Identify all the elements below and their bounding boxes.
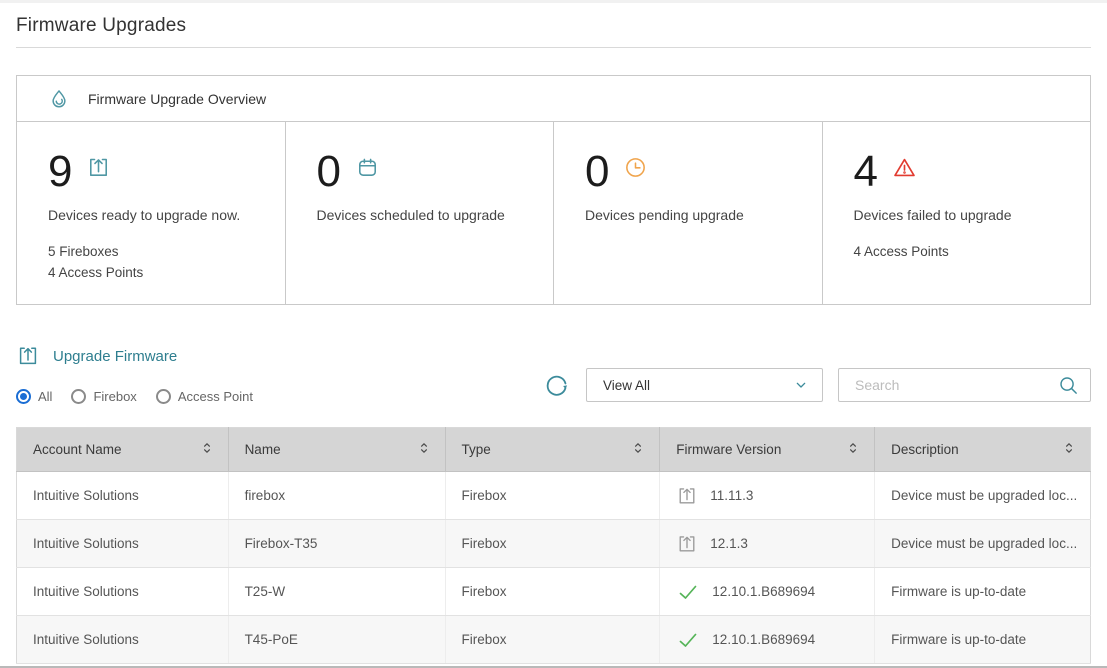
stat-scheduled: 0 Devices scheduled to upgrade (286, 122, 555, 304)
search-icon[interactable] (1057, 374, 1080, 397)
search-box (838, 368, 1091, 402)
stat-scheduled-label: Devices scheduled to upgrade (317, 207, 530, 223)
upload-icon (86, 150, 111, 185)
radio-firebox[interactable]: Firebox (71, 389, 136, 404)
check-icon (676, 628, 700, 652)
overview-card-title: Firmware Upgrade Overview (88, 91, 266, 107)
radio-firebox-circle[interactable] (71, 389, 86, 404)
stat-ready-to-upgrade: 9 Devices ready to upgrade now. 5 Firebo… (17, 122, 286, 304)
radio-all-circle[interactable] (16, 389, 31, 404)
view-filter-dropdown[interactable]: View All (586, 368, 823, 402)
stat-failed-details: 4 Access Points (854, 242, 1067, 263)
stat-pending-value: 0 (585, 150, 609, 194)
stat-ready-value: 9 (48, 150, 72, 194)
stat-failed-label: Devices failed to upgrade (854, 207, 1067, 223)
sort-icon[interactable] (1060, 439, 1078, 460)
stat-failed-value: 4 (854, 150, 878, 194)
toolbar-left: Upgrade Firmware All Firebox Access Poin… (16, 344, 253, 404)
upload-icon (676, 533, 698, 555)
stat-scheduled-value: 0 (317, 150, 341, 194)
column-header-type[interactable]: Type (445, 428, 660, 472)
stat-ready-details: 5 Fireboxes 4 Access Points (48, 242, 261, 284)
chevron-down-icon (793, 377, 809, 393)
search-input[interactable] (853, 376, 1048, 394)
table-toolbar: Upgrade Firmware All Firebox Access Poin… (16, 344, 1091, 404)
firmware-table-header: Account Name Name Type (17, 428, 1091, 472)
check-icon (676, 580, 700, 604)
stat-ready-label: Devices ready to upgrade now. (48, 207, 261, 223)
table-row[interactable]: Intuitive Solutions T45-PoE Firebox 12.1… (17, 616, 1091, 664)
firmware-table: Account Name Name Type (16, 427, 1091, 664)
refresh-icon[interactable] (542, 371, 571, 400)
column-header-description[interactable]: Description (875, 428, 1091, 472)
radio-access-point-circle[interactable] (156, 389, 171, 404)
sort-icon[interactable] (198, 439, 216, 460)
column-header-firmware-version[interactable]: Firmware Version (660, 428, 875, 472)
upgrade-firmware-button[interactable]: Upgrade Firmware (16, 344, 253, 368)
column-header-account-name[interactable]: Account Name (17, 428, 229, 472)
clock-icon (623, 150, 648, 185)
table-row[interactable]: Intuitive Solutions Firebox-T35 Firebox … (17, 520, 1091, 568)
upgrade-firmware-label: Upgrade Firmware (53, 348, 177, 365)
firmware-upgrades-page: { "page": { "title": "Firmware Upgrades"… (0, 0, 1107, 668)
stat-pending-label: Devices pending upgrade (585, 207, 798, 223)
overview-stats: 9 Devices ready to upgrade now. 5 Firebo… (17, 122, 1090, 304)
table-row[interactable]: Intuitive Solutions T25-W Firebox 12.10.… (17, 568, 1091, 616)
title-divider (16, 47, 1091, 48)
radio-all[interactable]: All (16, 389, 52, 404)
view-filter-value: View All (603, 378, 650, 393)
warning-icon (892, 150, 917, 185)
page-title: Firmware Upgrades (0, 3, 1107, 47)
upload-icon (676, 485, 698, 507)
column-header-name[interactable]: Name (228, 428, 445, 472)
sort-icon[interactable] (415, 439, 433, 460)
sort-icon[interactable] (629, 439, 647, 460)
firmware-overview-card: Firmware Upgrade Overview 9 Devices read… (16, 75, 1091, 305)
overview-card-header: Firmware Upgrade Overview (17, 76, 1090, 122)
device-type-filter: All Firebox Access Point (16, 389, 253, 404)
stat-failed: 4 Devices failed to upgrade 4 Access Poi… (823, 122, 1091, 304)
radio-access-point[interactable]: Access Point (156, 389, 253, 404)
firmware-flame-icon (48, 88, 70, 110)
stat-pending: 0 Devices pending upgrade (554, 122, 823, 304)
sort-icon[interactable] (844, 439, 862, 460)
table-row[interactable]: Intuitive Solutions firebox Firebox 11.1… (17, 472, 1091, 520)
calendar-icon (355, 150, 380, 185)
upload-icon (16, 344, 40, 368)
toolbar-right: View All (542, 368, 1091, 404)
